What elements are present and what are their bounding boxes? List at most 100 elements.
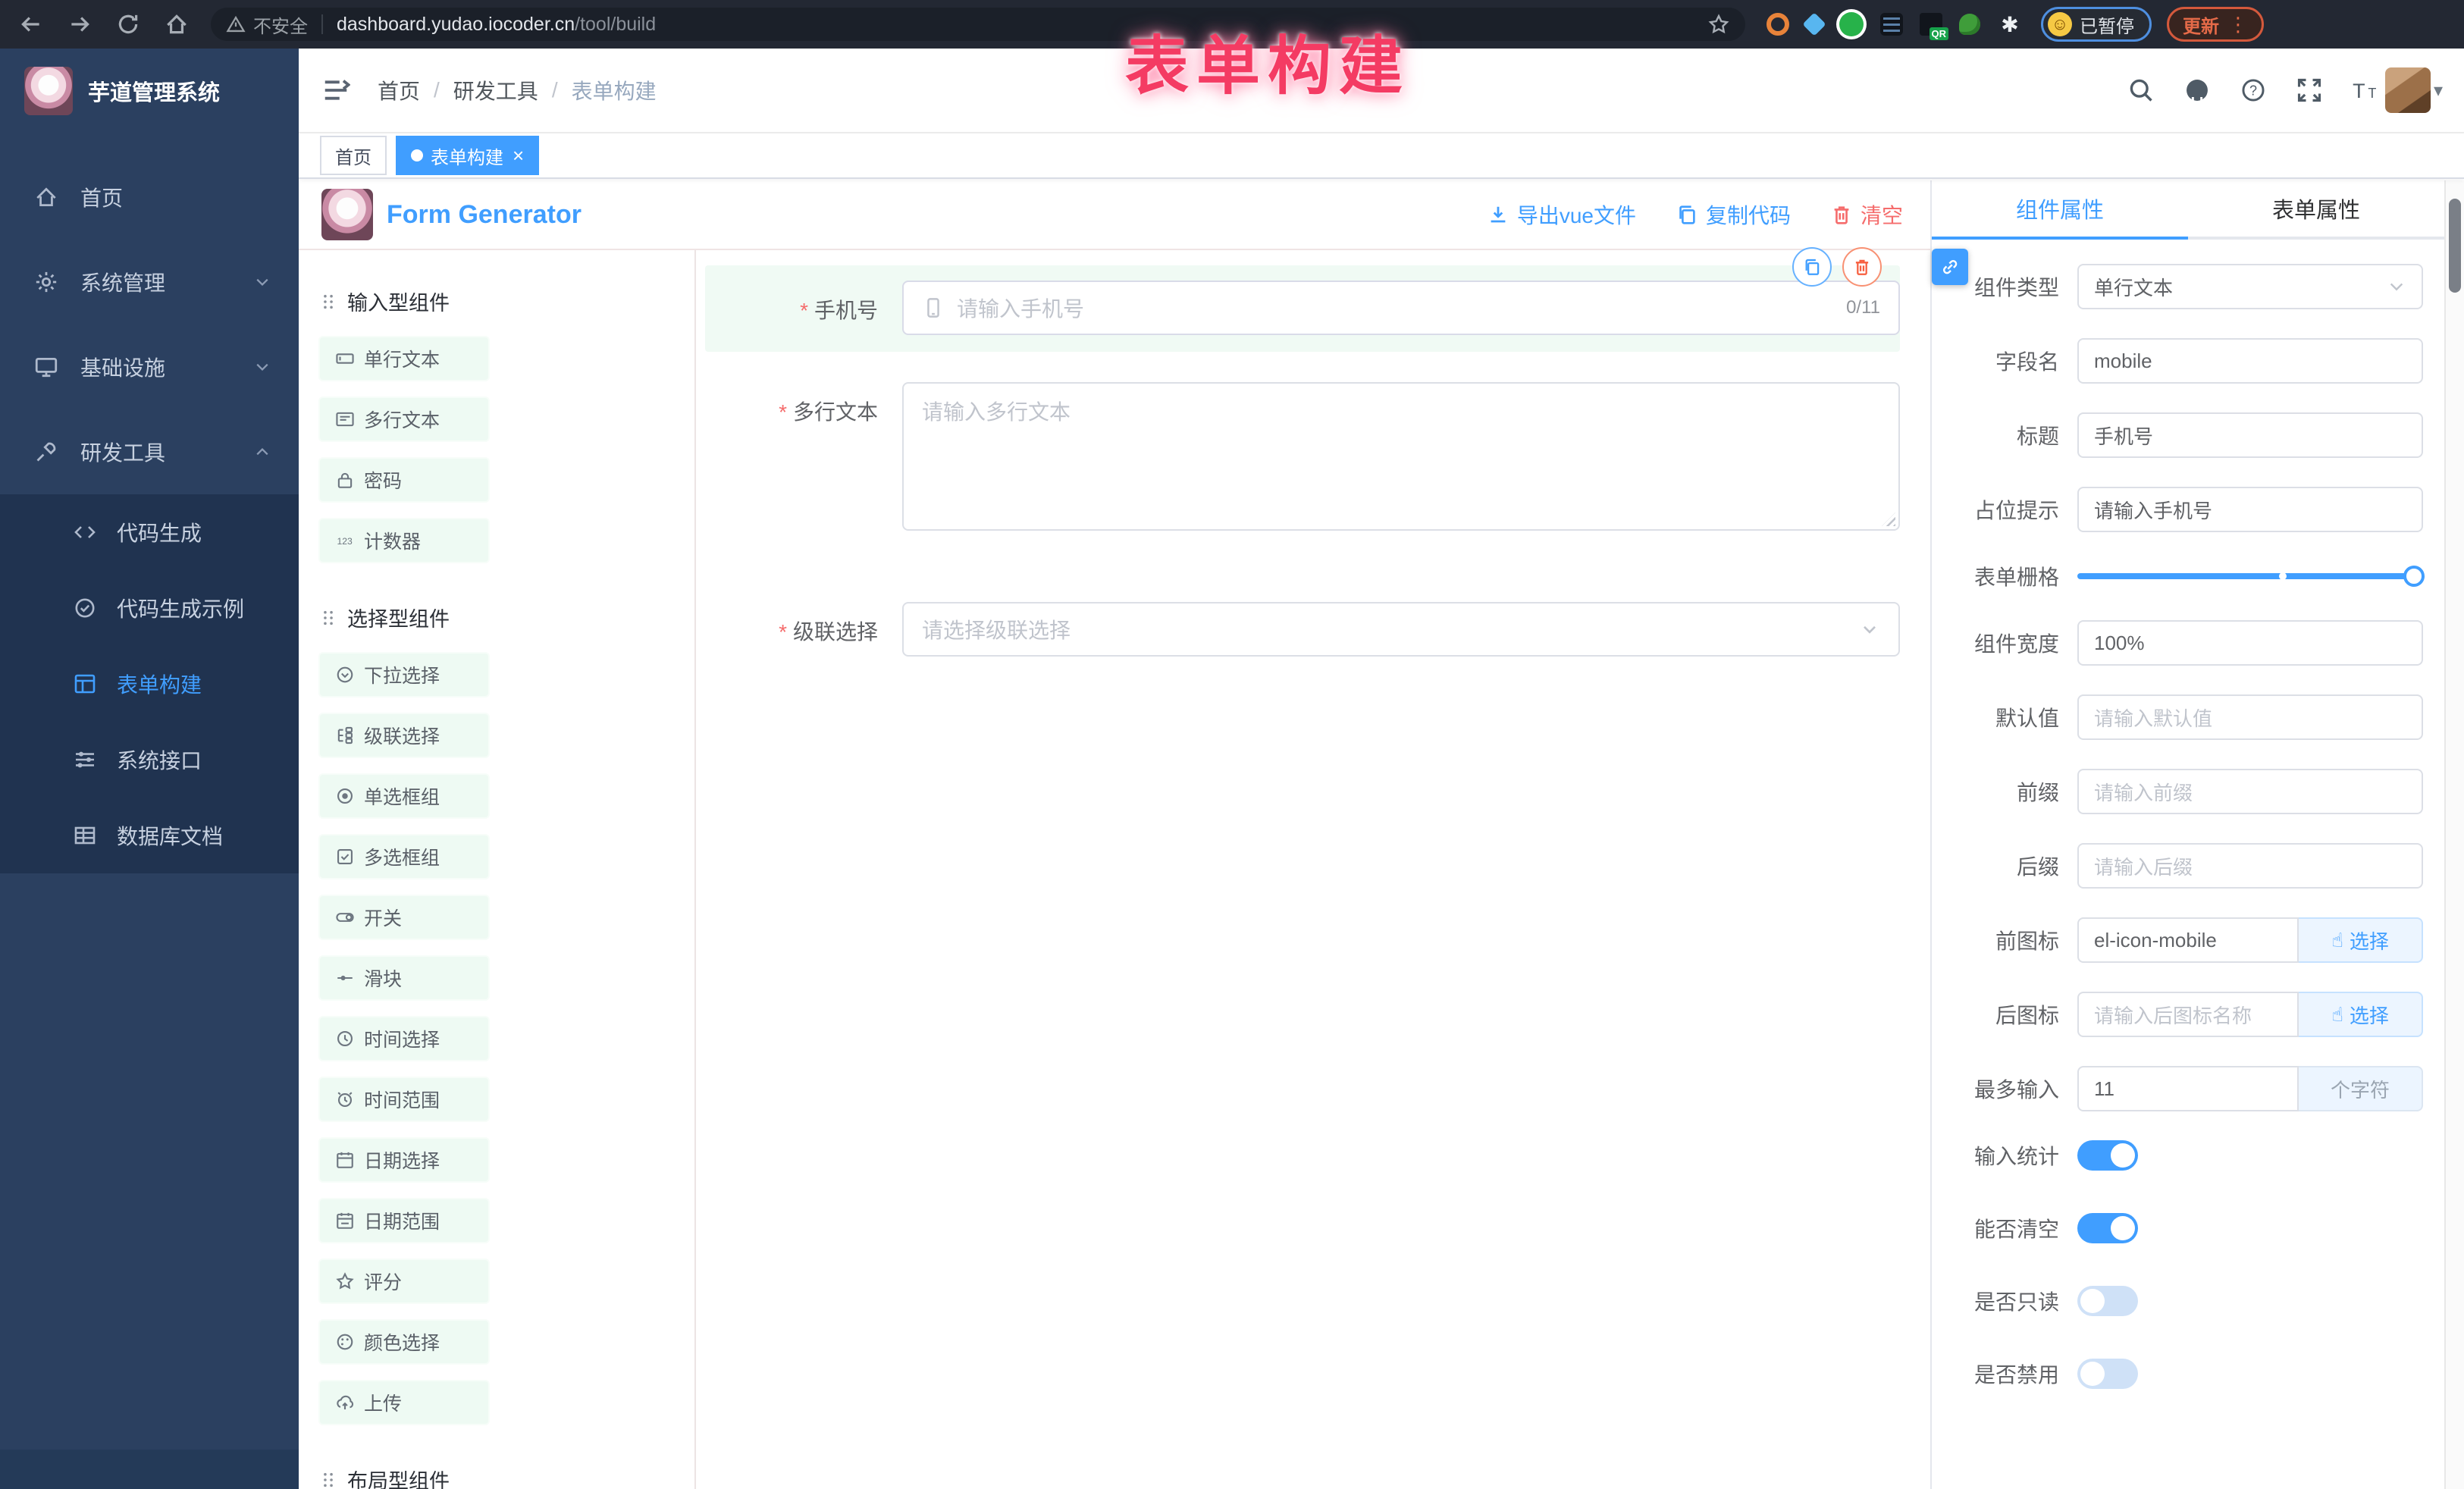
close-icon[interactable]: × <box>513 146 524 165</box>
security-label[interactable]: 不安全 <box>253 11 308 38</box>
canvas-field-mobile[interactable]: *手机号 请输入手机号 0/11 <box>705 265 1900 352</box>
github-icon[interactable] <box>2183 77 2211 104</box>
sidebar-item-3[interactable]: 研发工具 <box>0 409 299 494</box>
canvas-field-cascader[interactable]: *级联选择 请选择级联选择 <box>705 587 1900 673</box>
prop-input[interactable]: 请输入前缀 <box>2077 769 2423 814</box>
palette-item-date-range[interactable]: 日期范围 <box>318 1198 490 1243</box>
page-scrollbar[interactable] <box>2444 180 2464 1489</box>
palette-item-cascader[interactable]: 级联选择 <box>318 713 490 758</box>
prop-input[interactable]: 请输入手机号 <box>2077 487 2423 532</box>
palette-item-input[interactable]: 单行文本 <box>318 336 490 381</box>
help-icon[interactable]: ? <box>2240 77 2267 104</box>
prop-input[interactable]: 手机号 <box>2077 412 2423 458</box>
back-icon[interactable] <box>18 11 44 37</box>
svg-text:T: T <box>2368 86 2376 101</box>
toggle-14[interactable] <box>2077 1286 2138 1316</box>
search-icon[interactable] <box>2127 77 2155 104</box>
prop-input[interactable]: 请输入后图标名称 <box>2077 992 2299 1037</box>
palette-item-color[interactable]: 颜色选择 <box>318 1319 490 1365</box>
blue-gem-icon[interactable] <box>1802 12 1826 36</box>
date-range-icon <box>335 1211 355 1230</box>
palette-item-rate[interactable]: 评分 <box>318 1259 490 1304</box>
avatar-caret-icon[interactable]: ▾ <box>2434 80 2443 102</box>
builder-action-2[interactable]: 清空 <box>1830 199 1903 230</box>
font-size-icon[interactable]: TT <box>2352 77 2379 104</box>
palette-item-select[interactable]: 下拉选择 <box>318 652 490 697</box>
toggle-12[interactable] <box>2077 1140 2138 1171</box>
palette-item-counter[interactable]: 123计数器 <box>318 518 490 563</box>
green-circle-icon[interactable] <box>1839 12 1864 36</box>
warning-icon <box>226 14 246 34</box>
sidebar-subitem-3[interactable]: 系统接口 <box>0 722 299 798</box>
form-canvas[interactable]: *手机号 请输入手机号 0/11 <box>696 250 1930 1489</box>
cascader-input[interactable]: 请选择级联选择 <box>902 602 1900 657</box>
prop-select[interactable]: 单行文本 <box>2077 264 2423 309</box>
palette-item-checkbox[interactable]: 多选框组 <box>318 834 490 879</box>
breadcrumb-item-0[interactable]: 首页 <box>378 75 420 105</box>
palette-item-upload[interactable]: 上传 <box>318 1380 490 1425</box>
sidebar-item-1[interactable]: 系统管理 <box>0 240 299 324</box>
fullscreen-icon[interactable] <box>2296 77 2323 104</box>
qr-code-icon[interactable]: QR <box>1920 13 1942 36</box>
palette-item-switch[interactable]: 开关 <box>318 895 490 940</box>
palette-item-time-range[interactable]: 时间范围 <box>318 1077 490 1122</box>
sidebar-subitem-0[interactable]: 代码生成 <box>0 494 299 570</box>
sidebar-item-2[interactable]: 基础设施 <box>0 324 299 409</box>
app-logo-row[interactable]: 芋道管理系统 <box>0 49 299 133</box>
sidebar-subitem-2[interactable]: 表单构建 <box>0 646 299 722</box>
palette-item-textarea[interactable]: 多行文本 <box>318 397 490 442</box>
screen: 不安全 dashboard.yudao.iocoder.cn/tool/buil… <box>0 0 2464 1489</box>
choose-icon-button[interactable]: ☝选择 <box>2299 917 2423 963</box>
sidebar-subitem-4[interactable]: 数据库文档 <box>0 798 299 873</box>
prop-input[interactable]: 11 <box>2077 1066 2299 1111</box>
mobile-input[interactable]: 请输入手机号 0/11 <box>902 281 1900 335</box>
sidebar-item-0[interactable]: 首页 <box>0 155 299 240</box>
forward-icon[interactable] <box>67 11 92 37</box>
sidebar-subitem-1[interactable]: 代码生成示例 <box>0 570 299 646</box>
profile-paused-chip[interactable]: ☺ 已暂停 <box>2041 7 2152 42</box>
prop-input[interactable]: 请输入默认值 <box>2077 694 2423 740</box>
prop-input[interactable]: 请输入后缀 <box>2077 843 2423 889</box>
palette-item-radio[interactable]: 单选框组 <box>318 773 490 819</box>
palette-item-time[interactable]: 时间选择 <box>318 1016 490 1061</box>
link-icon[interactable] <box>1932 249 1968 285</box>
scrollbar-thumb[interactable] <box>2449 199 2461 293</box>
tag-0[interactable]: 首页 <box>320 136 387 175</box>
textarea-input[interactable]: 请输入多行文本 <box>902 382 1900 531</box>
sidebar-collapse-bar[interactable] <box>0 1450 299 1489</box>
pointer-icon: ☝ <box>2331 1003 2343 1027</box>
delete-field-button[interactable] <box>1842 247 1882 287</box>
palette-item-slider[interactable]: 滑块 <box>318 955 490 1001</box>
reload-icon[interactable] <box>115 11 141 37</box>
palette-item-password[interactable]: 密码 <box>318 457 490 503</box>
tab-form-props[interactable]: 表单属性 <box>2188 180 2444 237</box>
toggle-13[interactable] <box>2077 1213 2138 1243</box>
green-plant-icon[interactable] <box>1959 14 1980 35</box>
white-flower-icon[interactable]: ✱ <box>1997 11 2023 37</box>
prop-input[interactable]: mobile <box>2077 338 2423 384</box>
prop-input[interactable]: 100% <box>2077 620 2423 666</box>
duplicate-field-button[interactable] <box>1792 247 1832 287</box>
breadcrumb-item-1[interactable]: 研发工具 <box>453 75 538 105</box>
grid-span-slider[interactable] <box>2077 573 2414 579</box>
prop-row-8: 后缀请输入后缀 <box>1932 843 2423 889</box>
builder-action-0[interactable]: 导出vue文件 <box>1487 199 1636 230</box>
palette-item-date[interactable]: 日期选择 <box>318 1137 490 1183</box>
home-icon[interactable] <box>164 11 190 37</box>
canvas-field-textarea[interactable]: *多行文本 请输入多行文本 <box>705 367 1900 547</box>
choose-icon-button[interactable]: ☝选择 <box>2299 992 2423 1037</box>
collapse-menu-icon[interactable] <box>321 76 350 105</box>
address-bar[interactable]: 不安全 dashboard.yudao.iocoder.cn/tool/buil… <box>211 8 1745 41</box>
browser-update-button[interactable]: 更新 ⋮ <box>2167 7 2264 42</box>
tab-component-props[interactable]: 组件属性 <box>1932 180 2188 237</box>
user-avatar[interactable] <box>2385 67 2431 113</box>
toggle-15[interactable] <box>2077 1359 2138 1389</box>
orange-ring-icon[interactable] <box>1766 13 1789 36</box>
builder-action-1[interactable]: 复制代码 <box>1676 199 1791 230</box>
prop-row-4: 表单栅格 <box>1932 561 2423 591</box>
bookmark-star-icon[interactable] <box>1707 13 1730 36</box>
slider-handle[interactable] <box>2403 566 2425 587</box>
prop-input[interactable]: el-icon-mobile <box>2077 917 2299 963</box>
tag-1[interactable]: 表单构建× <box>396 136 539 175</box>
dark-sliders-icon[interactable] <box>1880 13 1903 36</box>
